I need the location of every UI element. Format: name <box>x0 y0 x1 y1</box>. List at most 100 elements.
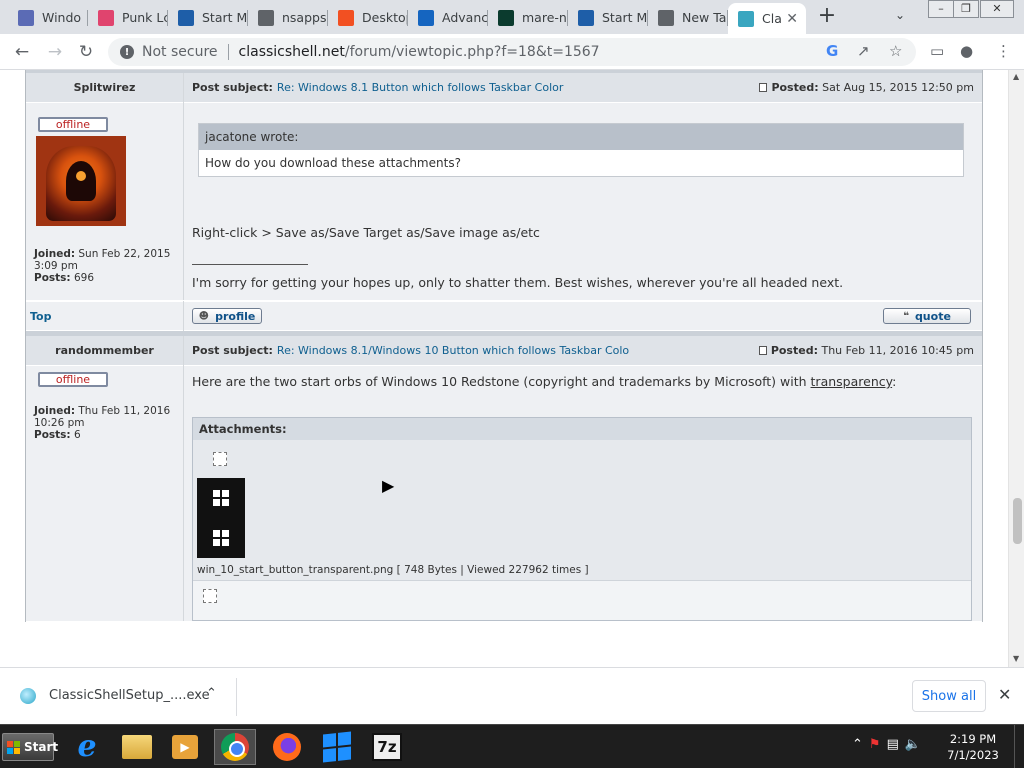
attachments-box: Attachments: win_10_start_button_transpa… <box>192 417 972 621</box>
post-footer: Top ☻ profile ❝ quote <box>26 301 982 331</box>
browser-tab[interactable]: nsapps <box>248 3 328 32</box>
bookmark-star-icon[interactable]: ☆ <box>889 42 902 60</box>
tray-expand-icon[interactable]: ⌃ <box>852 737 863 752</box>
windows-flag-icon <box>7 740 20 754</box>
action-center-icon[interactable]: ⚑ <box>869 737 881 752</box>
profile-icon: ☻ <box>198 310 210 322</box>
browser-tab[interactable]: mare-n <box>488 3 568 32</box>
windows-orb-image[interactable] <box>197 518 245 558</box>
post-author[interactable]: randommember <box>26 335 184 366</box>
browser-tab[interactable]: New Ta <box>648 3 728 32</box>
windows-logo-icon <box>213 490 229 506</box>
browser-tab[interactable]: Windo <box>8 3 88 32</box>
tab-title: Cla <box>762 11 782 26</box>
tab-title: New Ta <box>682 10 727 25</box>
shell-icon <box>738 10 754 27</box>
windows-settings-icon[interactable] <box>316 729 358 765</box>
reload-icon[interactable]: ↻ <box>74 40 98 64</box>
posts-count: 696 <box>73 272 95 284</box>
scroll-down-icon[interactable]: ▼ <box>1013 654 1019 663</box>
file-explorer-icon[interactable] <box>116 729 158 765</box>
new-tab-button[interactable]: + <box>815 5 839 29</box>
address-bar[interactable]: ! Not secure classicshell.net/forum/view… <box>108 38 916 66</box>
download-filename[interactable]: ClassicShellSetup_....exe <box>49 688 210 703</box>
restore-button[interactable]: ❐ <box>953 0 979 18</box>
tab-close-icon[interactable]: ✕ <box>786 11 798 27</box>
browser-tab[interactable]: Desktop <box>328 3 408 32</box>
post-text-part: : <box>892 374 897 389</box>
show-desktop-button[interactable] <box>1014 725 1024 768</box>
author-meta: Joined: Sun Feb 22, 2015 3:09 pm Posts: … <box>30 248 179 284</box>
internet-explorer-icon[interactable]: e <box>66 729 108 765</box>
browser-tab[interactable]: Start M <box>568 3 648 32</box>
offline-badge: offline <box>38 117 108 132</box>
joined-date: Thu Feb 11, 2016 <box>78 405 171 417</box>
volume-muted-icon[interactable]: 🔈 <box>905 737 921 752</box>
avatar-shape <box>66 161 96 201</box>
warning-icon[interactable]: ! <box>120 45 134 59</box>
signature-separator <box>192 264 308 265</box>
post-icon[interactable] <box>758 346 767 355</box>
taskbar: Start e ▶ 7z ⌃ ⚑ ▤ 🔈 2:19 PM 7/1/2023 <box>0 724 1024 768</box>
close-icon[interactable]: ✕ <box>998 685 1011 704</box>
media-player-icon[interactable]: ▶ <box>164 729 206 765</box>
installer-icon <box>20 688 36 704</box>
windows-orb-image[interactable] <box>197 478 245 518</box>
post-content: Here are the two start orbs of Windows 1… <box>184 366 982 621</box>
shelf-divider <box>236 678 237 716</box>
profile-button[interactable]: ☻ profile <box>192 308 262 324</box>
7zip-icon[interactable]: 7z <box>366 729 408 765</box>
browser-tab[interactable]: Advanc <box>408 3 488 32</box>
omnibox-divider <box>227 44 229 60</box>
post-author[interactable]: Splitwirez <box>26 72 184 103</box>
page-viewport: profile quote Splitwirez Post subject: R… <box>0 70 1008 667</box>
network-icon[interactable]: ▤ <box>887 737 899 752</box>
system-tray: ⌃ ⚑ ▤ 🔈 <box>852 737 921 752</box>
google-icon[interactable]: G <box>826 42 838 60</box>
forward-icon[interactable]: → <box>43 40 67 64</box>
scroll-up-icon[interactable]: ▲ <box>1013 72 1019 81</box>
scrollbar-thumb[interactable] <box>1013 498 1022 544</box>
browser-tab[interactable]: Cla ✕ <box>728 3 806 34</box>
download-shelf: ClassicShellSetup_....exe ⌃ Show all ✕ <box>0 667 1024 724</box>
transparency-link[interactable]: transparency <box>811 374 893 389</box>
post-subject-link[interactable]: Re: Windows 8.1/Windows 10 Button which … <box>277 344 629 357</box>
browser-tab[interactable]: Punk Lc <box>88 3 168 32</box>
sidepanel-icon[interactable]: ▭ <box>930 42 944 60</box>
clock[interactable]: 2:19 PM 7/1/2023 <box>946 731 1000 763</box>
windows-icon <box>338 9 354 26</box>
posted-date: Sat Aug 15, 2015 12:50 pm <box>822 81 974 94</box>
chrome-icon[interactable] <box>214 729 256 765</box>
chevron-up-icon[interactable]: ⌃ <box>206 686 217 701</box>
vertical-scrollbar[interactable]: ▲ ▼ <box>1008 70 1024 667</box>
quote-button[interactable]: ❝ quote <box>883 308 971 324</box>
firefox-icon[interactable] <box>266 729 308 765</box>
post-icon[interactable] <box>759 83 768 92</box>
attachment-caption: win_10_start_button_transparent.png [ 74… <box>197 564 589 576</box>
top-link[interactable]: Top <box>26 301 184 331</box>
post-header: Splitwirez Post subject: Re: Windows 8.1… <box>26 72 982 103</box>
tab-search-icon[interactable]: ⌄ <box>895 8 905 22</box>
minimize-button[interactable]: – <box>928 0 954 18</box>
code-icon <box>418 9 434 26</box>
broken-image-icon[interactable] <box>203 589 217 603</box>
menu-kebab-icon[interactable]: ⋮ <box>996 42 1011 60</box>
post-subject-link[interactable]: Re: Windows 8.1 Button which follows Tas… <box>277 81 563 94</box>
punk-icon <box>98 9 114 26</box>
start-button[interactable]: Start <box>2 733 58 761</box>
broken-image-icon[interactable] <box>213 452 227 466</box>
show-all-button[interactable]: Show all <box>912 680 986 712</box>
clock-time: 2:19 PM <box>949 732 997 746</box>
quote-button-label: quote <box>914 309 951 323</box>
subject-label: Post subject: <box>192 344 273 357</box>
avatar-shape <box>76 171 86 181</box>
browser-tab[interactable]: Start M <box>168 3 248 32</box>
profile-avatar-icon[interactable]: ● <box>960 42 973 60</box>
quote-icon: ❝ <box>903 310 909 322</box>
clock-date: 7/1/2023 <box>947 748 999 762</box>
share-icon[interactable]: ↗ <box>857 42 870 60</box>
back-icon[interactable]: ← <box>10 40 34 64</box>
close-window-button[interactable]: ✕ <box>980 0 1014 18</box>
posted-date: Thu Feb 11, 2016 10:45 pm <box>821 344 974 357</box>
post-text-part: Here are the two start orbs of Windows 1… <box>192 374 811 389</box>
